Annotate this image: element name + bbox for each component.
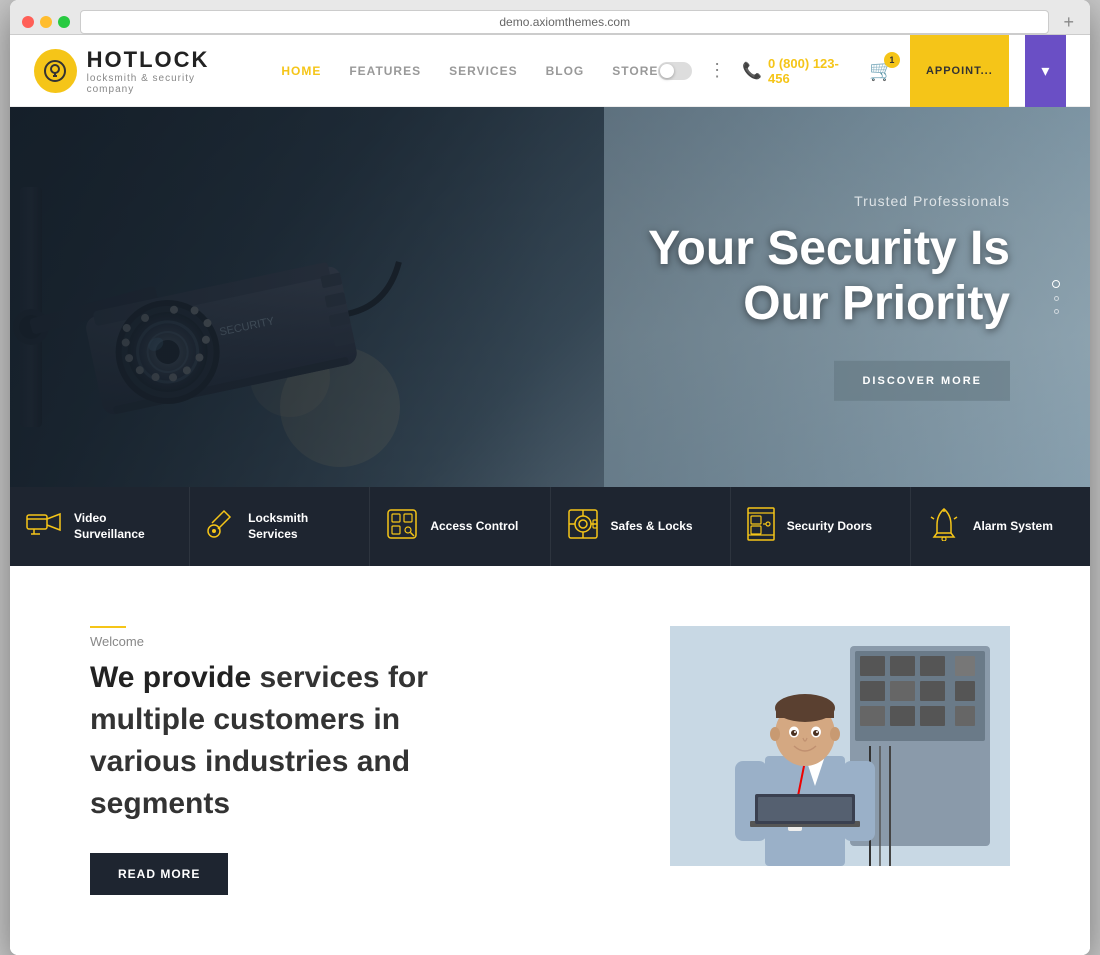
service-alarm-system[interactable]: Alarm System (911, 487, 1090, 566)
service-access-control[interactable]: Access Control (370, 487, 550, 566)
welcome-left: Welcome We provide services for multiple… (90, 626, 610, 895)
safes-locks-icon (567, 508, 599, 545)
service-video-surveillance[interactable]: VideoSurveillance (10, 487, 190, 566)
traffic-lights (22, 16, 70, 28)
alarm-system-icon (927, 507, 961, 546)
service-name-2: LocksmithServices (248, 511, 308, 542)
video-surveillance-icon (26, 510, 62, 543)
phone-area: 📞 0 (800) 123-456 (742, 56, 853, 86)
access-control-icon (386, 508, 418, 545)
security-doors-text: Security Doors (787, 519, 872, 535)
access-control-text: Access Control (430, 519, 518, 535)
phone-icon: 📞 (742, 61, 762, 81)
welcome-heading-strong: We provide (90, 661, 251, 694)
site-header: HOTLOCK locksmith & security company HOM… (10, 35, 1090, 107)
welcome-heading: We provide services for multiple custome… (90, 657, 510, 825)
hero-dot-3[interactable] (1054, 309, 1059, 314)
cart-button[interactable]: 🛒 1 (869, 58, 894, 83)
security-doors-icon (747, 507, 775, 546)
nav-store[interactable]: STORE (612, 64, 658, 78)
nav-blog[interactable]: BLOG (546, 64, 585, 78)
discover-more-button[interactable]: DISCOVER MORE (834, 361, 1010, 401)
hero-dot-1[interactable] (1052, 280, 1060, 288)
address-bar[interactable]: demo.axiomthemes.com (80, 10, 1049, 34)
service-name-5: Security Doors (787, 519, 872, 535)
video-surveillance-text: VideoSurveillance (74, 511, 145, 542)
services-bar: VideoSurveillance LocksmithServices (10, 487, 1090, 566)
nav-features[interactable]: FEATURES (349, 64, 421, 78)
hero-section: SECURITY Trusted Professionals Your Secu… (10, 107, 1090, 487)
new-tab-button[interactable]: + (1059, 12, 1078, 33)
welcome-section: Welcome We provide services for multiple… (10, 566, 1090, 955)
logo-area[interactable]: HOTLOCK locksmith & security company (34, 47, 241, 95)
service-safes-locks[interactable]: Safes & Locks (551, 487, 731, 566)
main-nav: HOME FEATURES SERVICES BLOG STORE (281, 64, 658, 78)
logo-icon (34, 49, 77, 93)
maximize-button[interactable] (58, 16, 70, 28)
dropdown-button[interactable]: ▾ (1025, 35, 1066, 107)
hero-subtitle: Trusted Professionals (648, 193, 1010, 209)
read-more-button[interactable]: READ MORE (90, 853, 228, 895)
welcome-image (670, 626, 1010, 866)
hero-title: Your Security Is Our Priority (648, 221, 1010, 331)
phone-number: 0 (800) 123-456 (768, 56, 853, 86)
hero-dot-2[interactable] (1054, 296, 1059, 301)
service-name-6: Alarm System (973, 519, 1053, 535)
nav-home[interactable]: HOME (281, 64, 321, 78)
minimize-button[interactable] (40, 16, 52, 28)
theme-toggle[interactable] (658, 62, 692, 80)
service-security-doors[interactable]: Security Doors (731, 487, 911, 566)
hero-content: Trusted Professionals Your Security Is O… (648, 193, 1010, 401)
browser-chrome: demo.axiomthemes.com + (10, 0, 1090, 35)
nav-services[interactable]: SERVICES (449, 64, 517, 78)
logo-name: HOTLOCK (87, 47, 242, 73)
service-name-1: VideoSurveillance (74, 511, 145, 542)
welcome-tag-line (90, 626, 126, 628)
hero-pagination (1052, 280, 1060, 314)
close-button[interactable] (22, 16, 34, 28)
logo-subtitle: locksmith & security company (87, 73, 242, 95)
service-locksmith[interactable]: LocksmithServices (190, 487, 370, 566)
website-content: HOTLOCK locksmith & security company HOM… (10, 35, 1090, 955)
browser-window: demo.axiomthemes.com + HOTLOCK locksmith… (10, 0, 1090, 955)
locksmith-icon (206, 509, 236, 544)
more-options-icon[interactable]: ⋮ (708, 60, 726, 81)
logo-text: HOTLOCK locksmith & security company (87, 47, 242, 95)
service-name-3: Access Control (430, 519, 518, 535)
cart-badge: 1 (884, 52, 900, 68)
welcome-tag: Welcome (90, 626, 610, 649)
safes-locks-text: Safes & Locks (611, 519, 693, 535)
service-name-4: Safes & Locks (611, 519, 693, 535)
appointment-button[interactable]: APPOINT... (910, 35, 1009, 107)
alarm-system-text: Alarm System (973, 519, 1053, 535)
locksmith-text: LocksmithServices (248, 511, 308, 542)
header-right: ⋮ 📞 0 (800) 123-456 🛒 1 APPOINT... ▾ (658, 35, 1066, 107)
